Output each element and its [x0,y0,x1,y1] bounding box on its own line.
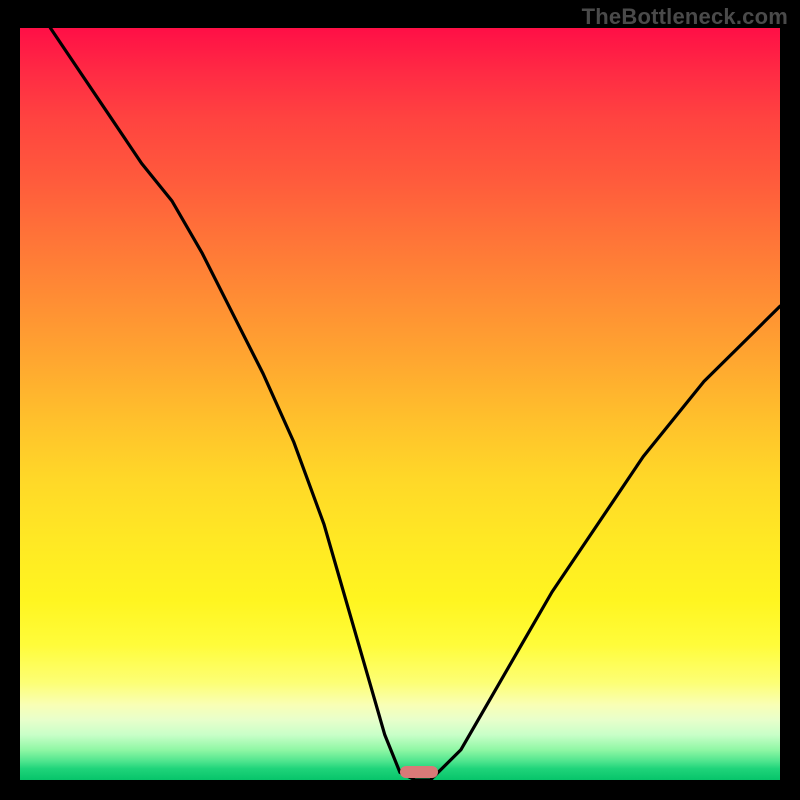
plot-area [20,28,780,780]
watermark-text: TheBottleneck.com [582,4,788,30]
curve-path [50,28,780,780]
optimum-marker [400,766,438,778]
chart-frame: TheBottleneck.com [0,0,800,800]
bottleneck-curve [20,28,780,780]
